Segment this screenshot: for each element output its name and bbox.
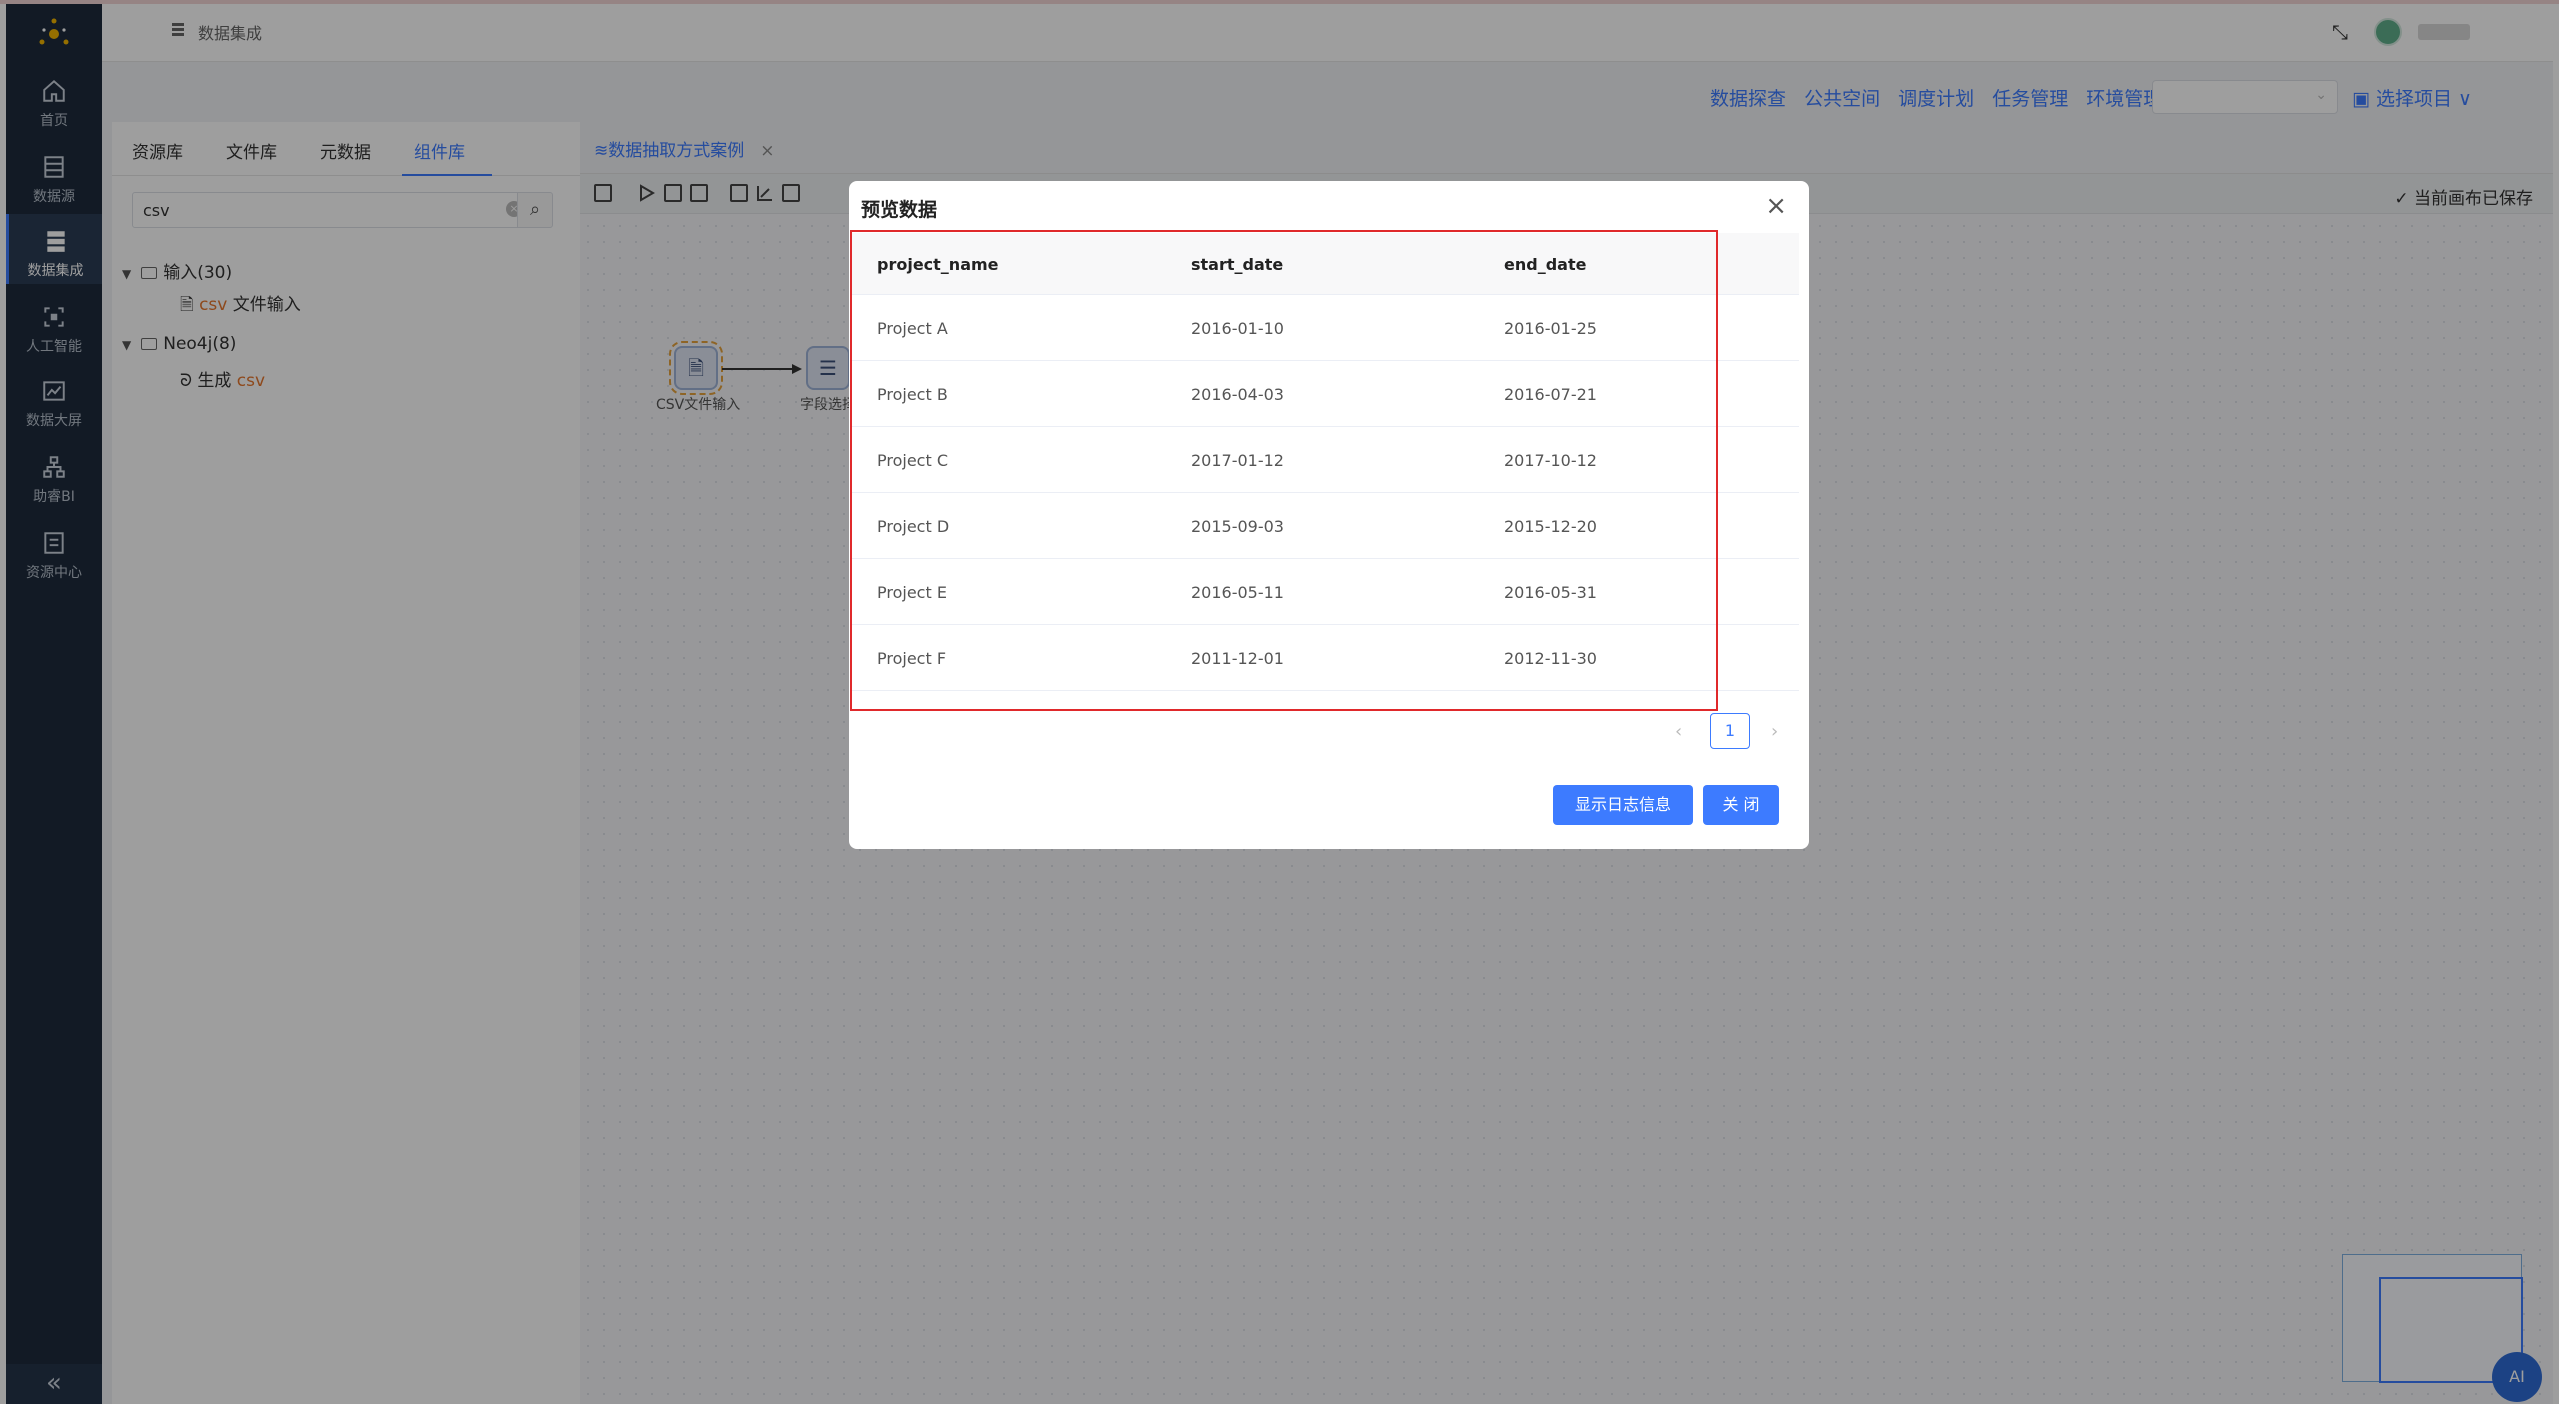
table-row: Project E 2016-05-11 2016-05-31 xyxy=(851,559,1799,625)
cell-start-date: 2017-01-12 xyxy=(1191,451,1284,470)
cell-end-date: 2017-10-12 xyxy=(1504,451,1597,470)
column-header: end_date xyxy=(1504,255,1587,274)
cell-end-date: 2012-11-30 xyxy=(1504,649,1597,668)
cell-start-date: 2016-05-11 xyxy=(1191,583,1284,602)
cell-start-date: 2011-12-01 xyxy=(1191,649,1284,668)
cell-start-date: 2015-09-03 xyxy=(1191,517,1284,536)
cell-project-name: Project A xyxy=(877,319,948,338)
table-row: Project D 2015-09-03 2015-12-20 xyxy=(851,493,1799,559)
cell-end-date: 2015-12-20 xyxy=(1504,517,1597,536)
cell-project-name: Project F xyxy=(877,649,947,668)
close-icon[interactable]: × xyxy=(1765,191,1787,221)
close-button[interactable]: 关 闭 xyxy=(1703,785,1779,825)
cell-end-date: 2016-01-25 xyxy=(1504,319,1597,338)
cell-end-date: 2016-07-21 xyxy=(1504,385,1597,404)
pager-page-button[interactable]: 1 xyxy=(1710,713,1750,749)
cell-start-date: 2016-01-10 xyxy=(1191,319,1284,338)
cell-project-name: Project C xyxy=(877,451,948,470)
cell-project-name: Project E xyxy=(877,583,947,602)
cell-project-name: Project B xyxy=(877,385,948,404)
table-row: Project F 2011-12-01 2012-11-30 xyxy=(851,625,1799,691)
cell-end-date: 2016-05-31 xyxy=(1504,583,1597,602)
pager-next-button[interactable]: › xyxy=(1771,721,1778,742)
cell-start-date: 2016-04-03 xyxy=(1191,385,1284,404)
table-header-row: project_name start_date end_date xyxy=(851,233,1799,295)
modal-title: 预览数据 xyxy=(861,199,938,221)
column-header: start_date xyxy=(1191,255,1284,274)
show-log-button[interactable]: 显示日志信息 xyxy=(1553,785,1693,825)
preview-table: project_name start_date end_date Project… xyxy=(851,233,1799,691)
preview-data-modal: 预览数据 × project_name start_date end_date … xyxy=(849,181,1809,849)
table-row: Project C 2017-01-12 2017-10-12 xyxy=(851,427,1799,493)
table-row: Project B 2016-04-03 2016-07-21 xyxy=(851,361,1799,427)
cell-project-name: Project D xyxy=(877,517,950,536)
pager-prev-button[interactable]: ‹ xyxy=(1675,721,1682,742)
column-header: project_name xyxy=(877,255,999,274)
table-row: Project A 2016-01-10 2016-01-25 xyxy=(851,295,1799,361)
